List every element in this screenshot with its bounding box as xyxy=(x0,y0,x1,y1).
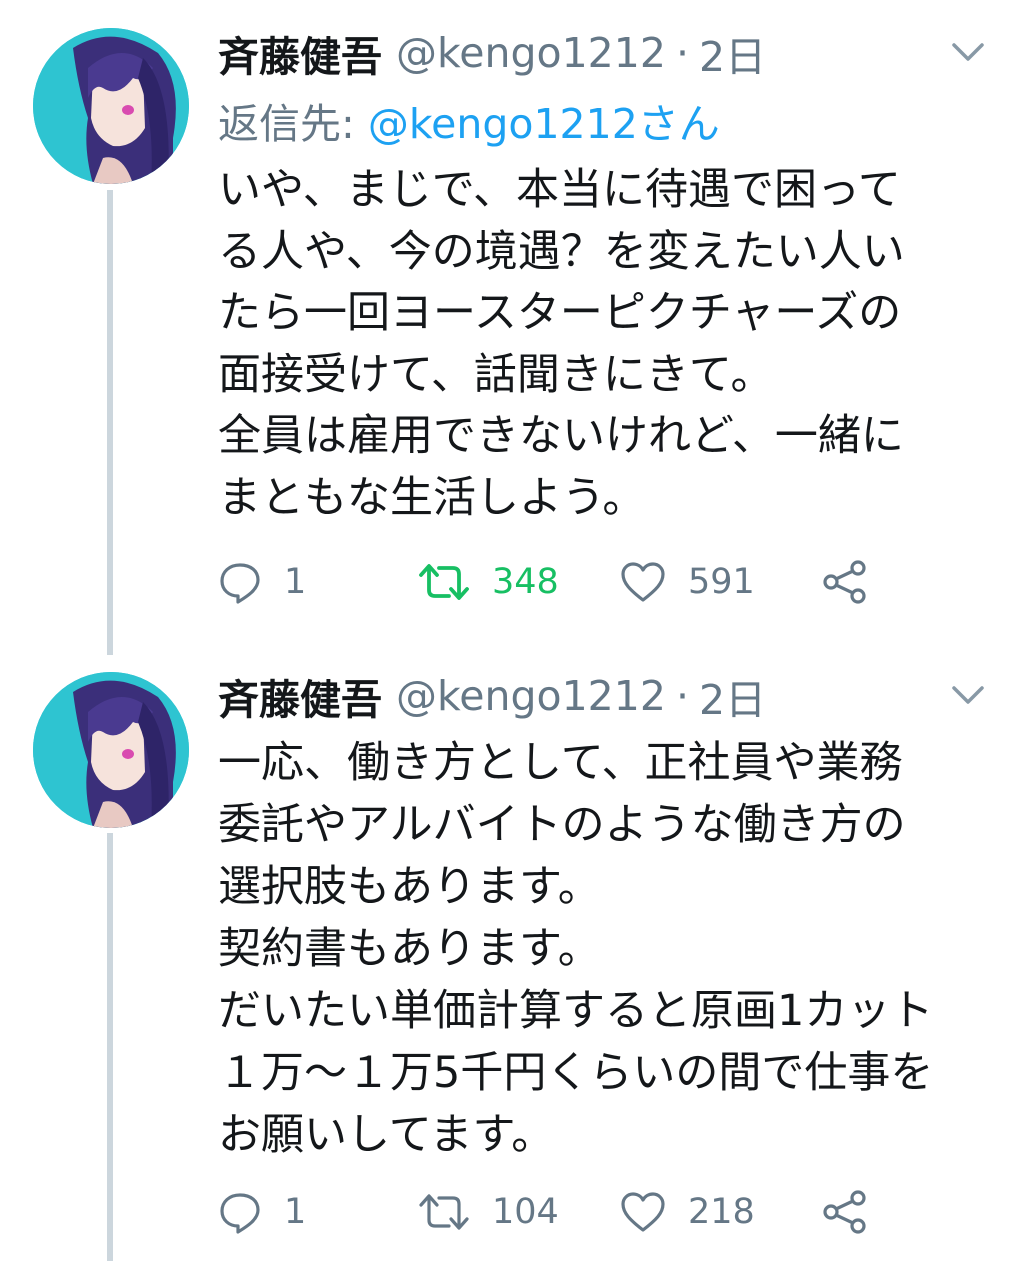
tweet-header: 斉藤健吾 @kengo1212 · 2日 xyxy=(218,668,766,724)
tweet-text-line: 全員は雇用できないけれど、一緒に xyxy=(218,411,904,461)
like-count: 591 xyxy=(688,562,755,602)
avatar-image xyxy=(33,672,189,828)
reply-button[interactable]: 1 xyxy=(218,1187,306,1237)
tweet-text-line: １万〜１万5千円くらいの間で仕事を xyxy=(218,1048,934,1098)
reply-button[interactable]: 1 xyxy=(218,557,306,607)
retweet-button[interactable]: 104 xyxy=(418,1187,559,1237)
tweet-text-line: 一応、働き方として、正社員や業務 xyxy=(218,738,903,788)
action-bar: 1 348 591 xyxy=(218,557,918,607)
tweet-text-line: たら一回ヨースターピクチャーズの xyxy=(218,288,902,338)
retweet-count: 104 xyxy=(492,1192,559,1232)
user-handle[interactable]: @kengo1212 xyxy=(396,672,666,720)
reply-to-label: 返信先: xyxy=(218,100,368,148)
tweet-text-line: 委託やアルバイトのような働き方の xyxy=(218,800,906,850)
avatar-image xyxy=(33,28,189,184)
reply-bubble-icon xyxy=(220,563,260,604)
timestamp[interactable]: 2日 xyxy=(699,666,766,726)
heart-outline-icon xyxy=(621,562,665,602)
tweet-text: いや、まじで、本当に待遇で困って る人や、今の境遇？を変えたい人い たら一回ヨー… xyxy=(218,160,998,529)
separator: · xyxy=(675,672,689,720)
tweet-1[interactable]: 斉藤健吾 @kengo1212 · 2日 返信先: @kengo1212さん い… xyxy=(0,0,1024,655)
thread-line xyxy=(107,190,113,655)
avatar[interactable] xyxy=(33,28,189,184)
retweet-arrows-icon xyxy=(419,564,469,600)
chevron-down-icon[interactable] xyxy=(948,680,988,710)
tweet-text-line: まともな生活しよう。 xyxy=(218,472,646,523)
action-bar: 1 104 218 xyxy=(218,1187,918,1237)
avatar[interactable] xyxy=(33,672,189,828)
share-button[interactable] xyxy=(822,557,868,607)
tweet-text-line: 契約書もあります。 xyxy=(218,924,601,974)
like-count: 218 xyxy=(688,1192,755,1232)
retweet-count: 348 xyxy=(492,562,559,602)
retweet-arrows-icon xyxy=(419,1194,469,1230)
tweet-2[interactable]: 斉藤健吾 @kengo1212 · 2日 一応、働き方として、正社員や業務 委託… xyxy=(0,655,1024,1261)
tweet-text-line: お願いしてます。 xyxy=(218,1110,555,1160)
display-name[interactable]: 斉藤健吾 xyxy=(218,23,382,83)
tweet-text-line: る人や、今の境遇？を変えたい人い xyxy=(218,226,905,277)
user-handle[interactable]: @kengo1212 xyxy=(396,29,666,77)
tweet-text-line: だいたい単価計算すると原画1カット xyxy=(218,986,934,1036)
like-button[interactable]: 218 xyxy=(620,1187,755,1237)
tweet-text: 一応、働き方として、正社員や業務 委託やアルバイトのような働き方の 選択肢もあり… xyxy=(218,732,998,1166)
tweet-text-line: 選択肢もあります。 xyxy=(218,862,601,912)
tweet-text-line: 面接受けて、話聞きにきて。 xyxy=(218,349,774,400)
chevron-down-icon[interactable] xyxy=(948,37,988,67)
tweet-text-line: いや、まじで、本当に待遇で困って xyxy=(218,165,901,215)
timestamp[interactable]: 2日 xyxy=(699,23,766,83)
thread-line xyxy=(107,833,113,1261)
share-nodes-icon xyxy=(823,1190,866,1234)
share-button[interactable] xyxy=(822,1187,868,1237)
heart-outline-icon xyxy=(621,1192,665,1232)
reply-to: 返信先: @kengo1212さん xyxy=(218,90,720,150)
share-nodes-icon xyxy=(823,560,866,604)
tweet-header: 斉藤健吾 @kengo1212 · 2日 xyxy=(218,25,766,81)
separator: · xyxy=(675,29,689,77)
reply-bubble-icon xyxy=(220,1193,260,1234)
reply-count: 1 xyxy=(284,1192,307,1232)
display-name[interactable]: 斉藤健吾 xyxy=(218,666,382,726)
like-button[interactable]: 591 xyxy=(620,557,755,607)
reply-count: 1 xyxy=(284,562,307,602)
retweet-button[interactable]: 348 xyxy=(418,557,559,607)
reply-mention-link[interactable]: @kengo1212さん xyxy=(368,100,720,148)
